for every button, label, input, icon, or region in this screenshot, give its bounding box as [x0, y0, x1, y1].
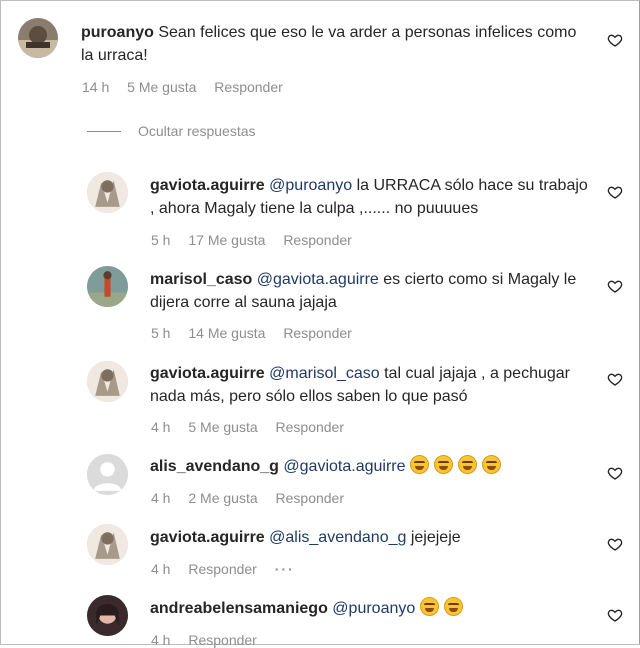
- reply-username[interactable]: alis_avendano_g: [150, 458, 279, 475]
- reply-body: gaviota.aguirre @alis_avendano_g jejejej…: [150, 526, 590, 549]
- comment-username[interactable]: puroanyo: [81, 24, 154, 41]
- reply-time: 5 h: [151, 232, 171, 248]
- reply-likes[interactable]: 17 Me gusta: [188, 232, 265, 248]
- avatar-alis-avendano-g[interactable]: [87, 454, 128, 495]
- hide-replies-button[interactable]: Ocultar respuestas: [138, 123, 256, 139]
- reply-button[interactable]: Responder: [214, 79, 283, 95]
- reply-username[interactable]: gaviota.aguirre: [150, 177, 265, 194]
- reply-body: gaviota.aguirre @marisol_caso tal cual j…: [150, 362, 590, 408]
- reply-body: alis_avendano_g @gaviota.aguirre: [150, 455, 590, 478]
- avatar-gaviota-aguirre[interactable]: [87, 361, 128, 402]
- reply-body: marisol_caso @gaviota.aguirre es cierto …: [150, 268, 590, 314]
- more-options-icon[interactable]: ···: [275, 561, 295, 577]
- face-with-tears-of-joy-emoji: [443, 597, 463, 616]
- comment-body: puroanyo Sean felices que eso le va arde…: [81, 21, 591, 67]
- comment-text: Sean felices que eso le va arder a perso…: [81, 24, 577, 64]
- reply-meta: 5 h 14 Me gusta Responder: [151, 325, 366, 341]
- hide-replies-divider: [87, 131, 121, 132]
- reply-body: gaviota.aguirre @puroanyo la URRACA sólo…: [150, 174, 590, 220]
- comment-time: 14 h: [82, 79, 110, 95]
- avatar-gaviota-aguirre[interactable]: [87, 172, 128, 213]
- rolling-on-floor-laughing-emoji: [409, 455, 429, 474]
- reply-mention[interactable]: @puroanyo: [332, 600, 415, 617]
- avatar-gaviota-aguirre[interactable]: [87, 524, 128, 565]
- rolling-on-floor-laughing-emoji: [457, 455, 477, 474]
- heart-outline-icon[interactable]: [607, 371, 623, 387]
- reply-likes[interactable]: 14 Me gusta: [188, 325, 265, 341]
- reply-time: 5 h: [151, 325, 171, 341]
- reply-mention[interactable]: @marisol_caso: [269, 365, 380, 382]
- rolling-on-floor-laughing-emoji: [433, 455, 453, 474]
- reply-meta: 5 h 17 Me gusta Responder: [151, 232, 366, 248]
- avatar-puroanyo[interactable]: [18, 18, 58, 58]
- reply-button[interactable]: Responder: [188, 632, 257, 648]
- heart-outline-icon[interactable]: [607, 184, 623, 200]
- reply-time: 4 h: [151, 632, 171, 648]
- reply-mention[interactable]: @gaviota.aguirre: [283, 458, 405, 475]
- heart-outline-icon[interactable]: [607, 536, 623, 552]
- reply-username[interactable]: andreabelensamaniego: [150, 600, 328, 617]
- reply-username[interactable]: gaviota.aguirre: [150, 529, 265, 546]
- reply-time: 4 h: [151, 490, 171, 506]
- reply-likes[interactable]: 2 Me gusta: [188, 490, 257, 506]
- reply-mention[interactable]: @gaviota.aguirre: [257, 271, 379, 288]
- reply-meta: 4 h Responder ···: [151, 561, 309, 577]
- heart-outline-icon[interactable]: [607, 465, 623, 481]
- face-with-tears-of-joy-emoji: [419, 597, 439, 616]
- reply-button[interactable]: Responder: [283, 232, 352, 248]
- reply-likes[interactable]: 5 Me gusta: [188, 419, 257, 435]
- reply-body: andreabelensamaniego @puroanyo: [150, 597, 590, 620]
- heart-outline-icon[interactable]: [607, 607, 623, 623]
- reply-button[interactable]: Responder: [188, 561, 257, 577]
- reply-button[interactable]: Responder: [276, 490, 345, 506]
- reply-meta: 4 h 2 Me gusta Responder: [151, 490, 358, 506]
- reply-username[interactable]: gaviota.aguirre: [150, 365, 265, 382]
- reply-meta: 4 h 5 Me gusta Responder: [151, 419, 358, 435]
- reply-meta: 4 h Responder: [151, 632, 271, 648]
- avatar-andreabelensamaniego[interactable]: [87, 595, 128, 636]
- reply-time: 4 h: [151, 419, 171, 435]
- reply-time: 4 h: [151, 561, 171, 577]
- heart-outline-icon[interactable]: [607, 32, 623, 48]
- reply-button[interactable]: Responder: [283, 325, 352, 341]
- reply-mention[interactable]: @alis_avendano_g: [269, 529, 406, 546]
- reply-button[interactable]: Responder: [276, 419, 345, 435]
- comments-panel: puroanyo Sean felices que eso le va arde…: [0, 0, 640, 648]
- reply-text: jejejeje: [406, 529, 461, 546]
- rolling-on-floor-laughing-emoji: [481, 455, 501, 474]
- reply-username[interactable]: marisol_caso: [150, 271, 252, 288]
- heart-outline-icon[interactable]: [607, 278, 623, 294]
- avatar-marisol-caso[interactable]: [87, 266, 128, 307]
- comment-meta: 14 h 5 Me gusta Responder: [82, 79, 297, 95]
- reply-mention[interactable]: @puroanyo: [269, 177, 352, 194]
- comment-likes[interactable]: 5 Me gusta: [127, 79, 196, 95]
